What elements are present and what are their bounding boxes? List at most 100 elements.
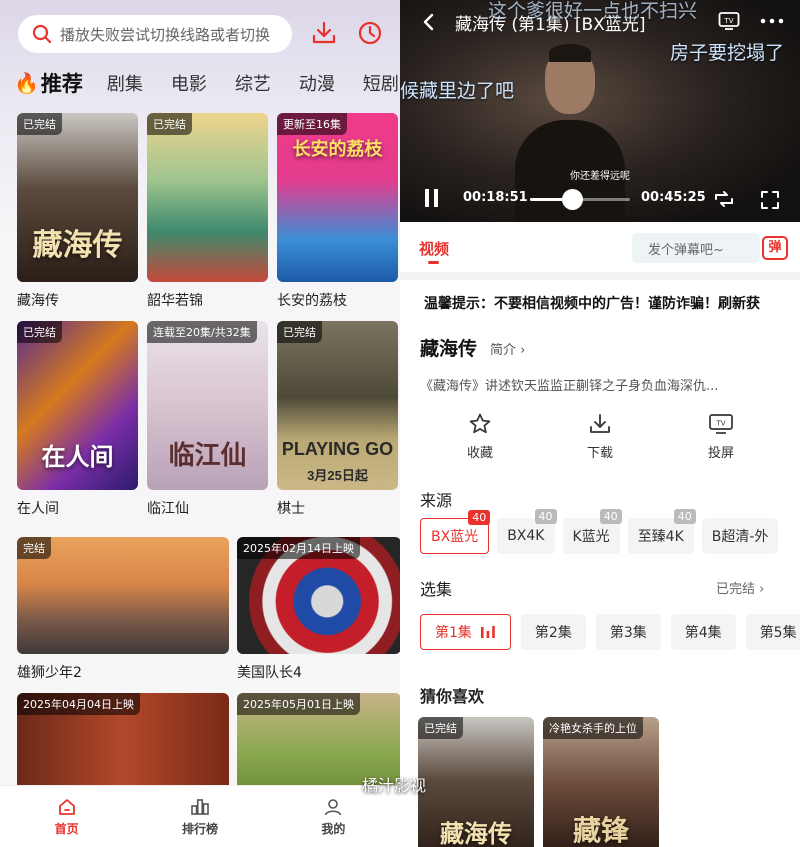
- history-icon[interactable]: [356, 19, 384, 47]
- synopsis: 《藏海传》讲述钦天监监正蒯铎之子身负血海深仇...: [420, 379, 719, 394]
- intro-label: 简介: [490, 343, 517, 358]
- episode-count-badge: 40: [673, 509, 696, 524]
- source-label: K蓝光: [572, 529, 610, 545]
- video-card[interactable]: 已完结 韶华若锦: [147, 113, 268, 310]
- poster-image: 2025年04月04日上映: [17, 693, 229, 793]
- video-card[interactable]: 已完结 PLAYING GO 3月25日起 棋士: [277, 321, 398, 518]
- tab-anime[interactable]: 动漫: [299, 70, 335, 96]
- download-icon: [590, 414, 610, 433]
- back-icon[interactable]: [420, 12, 438, 32]
- switch-source-icon[interactable]: [713, 189, 735, 209]
- nav-ranking[interactable]: 排行榜: [133, 786, 266, 847]
- episodes-status-link[interactable]: 已完结 ›: [716, 578, 764, 597]
- video-card[interactable]: 已完结 在人间 在人间: [17, 321, 138, 518]
- download-icon[interactable]: [310, 19, 338, 47]
- tab-video[interactable]: 视频: [419, 238, 449, 259]
- home-icon: [58, 798, 75, 815]
- episode-button[interactable]: 第5集: [745, 614, 800, 650]
- action-label: 投屏: [707, 446, 734, 461]
- nav-label: 我的: [321, 821, 346, 836]
- progress-slider[interactable]: [530, 189, 630, 210]
- episode-button[interactable]: 第2集: [520, 614, 586, 650]
- progress-knob[interactable]: [561, 189, 583, 210]
- status-badge: 2025年02月14日上映: [237, 537, 360, 559]
- nav-label: 排行榜: [181, 821, 218, 836]
- episode-button[interactable]: 第4集: [670, 614, 736, 650]
- svg-text:TV: TV: [715, 420, 725, 428]
- card-title: 长安的荔枝: [277, 293, 347, 309]
- video-card[interactable]: 已完结 藏海传 藏海传: [17, 113, 138, 310]
- poster-image: 已完结 PLAYING GO 3月25日起: [277, 321, 398, 490]
- danmu-comment: 这个爹很好一点也不扫兴: [488, 0, 698, 22]
- video-subtitle: 你还差得远呢: [570, 171, 630, 182]
- intro-link[interactable]: 简介 ›: [490, 339, 525, 358]
- source-label: BX4K: [507, 528, 545, 544]
- danmu-comment: 候藏里边了吧: [400, 80, 515, 102]
- danmu-comment: 房子要挖塌了: [670, 42, 785, 64]
- video-card[interactable]: 更新至16集 长安的荔枝 长安的荔枝: [277, 113, 398, 310]
- tab-movie[interactable]: 电影: [171, 70, 207, 96]
- notice-banner: 温馨提示：不要相信视频中的广告！谨防诈骗！刷新获: [424, 296, 760, 312]
- source-list: BX蓝光 40 BX4K 40 K蓝光 40 至臻4K 40 B超清-外: [420, 509, 779, 554]
- detail-screen: 藏海传 (第1集) [BX蓝光] TV 这个爹很好一点也不扫兴 房子要挖塌了 候…: [400, 0, 800, 847]
- video-tab-row: 视频 发个弹幕吧~ 弹: [400, 228, 800, 268]
- tab-variety[interactable]: 综艺: [235, 70, 271, 96]
- card-title: 雄狮少年2: [17, 665, 82, 681]
- recommend-card[interactable]: 冷艳女杀手的上位 藏锋: [543, 717, 659, 847]
- active-tab-indicator: [428, 261, 439, 264]
- status-badge: 已完结: [418, 717, 463, 739]
- poster-title: 藏海传: [440, 819, 512, 847]
- poster-title: 藏海传: [32, 228, 123, 263]
- chevron-right-icon: ›: [759, 582, 765, 597]
- video-card[interactable]: 2025年02月14日上映 美国队长4: [237, 537, 400, 682]
- fullscreen-icon[interactable]: [760, 190, 780, 210]
- card-title: 韶华若锦: [147, 293, 203, 309]
- tv-cast-icon[interactable]: TV: [718, 11, 740, 31]
- download-button[interactable]: 下载: [560, 412, 640, 461]
- poster-subtitle: 3月25日起: [307, 468, 368, 483]
- poster-image: 已完结: [147, 113, 268, 282]
- card-title: 临江仙: [147, 501, 189, 517]
- tab-recommend[interactable]: 🔥 推荐: [14, 68, 83, 98]
- pause-icon[interactable]: [424, 188, 440, 208]
- total-time: 00:45:25: [641, 190, 706, 205]
- more-icon[interactable]: [760, 18, 784, 24]
- source-option[interactable]: B超清-外: [701, 518, 779, 554]
- video-card[interactable]: 连载至20集/共32集 临江仙 临江仙: [147, 321, 268, 518]
- search-bar[interactable]: 播放失败尝试切换线路或者切换: [18, 15, 292, 53]
- tab-short-drama[interactable]: 短剧: [363, 70, 399, 96]
- status-badge: 已完结: [147, 113, 192, 135]
- tab-series[interactable]: 剧集: [107, 70, 143, 96]
- poster-image: 完结: [17, 537, 229, 654]
- source-option[interactable]: K蓝光 40: [562, 509, 622, 554]
- app-watermark: 橘汁影视: [362, 776, 427, 795]
- star-icon: [469, 413, 491, 434]
- episode-count-badge: 40: [468, 510, 491, 525]
- search-placeholder: 播放失败尝试切换线路或者切换: [60, 25, 271, 44]
- tab-label: 推荐: [40, 72, 83, 96]
- card-title: 棋士: [277, 501, 305, 517]
- video-card[interactable]: 2025年04月04日上映: [17, 693, 229, 793]
- danmu-toggle-button[interactable]: 弹: [762, 236, 788, 260]
- video-card[interactable]: 完结 雄狮少年2: [17, 537, 229, 682]
- source-option[interactable]: 至臻4K 40: [627, 509, 696, 554]
- card-title: 美国队长4: [237, 665, 302, 681]
- status-badge: 已完结: [277, 321, 322, 343]
- danmu-input[interactable]: 发个弹幕吧~: [632, 233, 760, 263]
- cast-button[interactable]: TV 投屏: [681, 412, 761, 461]
- episode-button[interactable]: 第1集: [420, 614, 511, 650]
- cast-tv-icon: TV: [709, 414, 733, 434]
- status-badge: 已完结: [17, 321, 62, 343]
- ranking-icon: [191, 798, 209, 815]
- action-label: 下载: [586, 446, 613, 461]
- video-player[interactable]: 藏海传 (第1集) [BX蓝光] TV 这个爹很好一点也不扫兴 房子要挖塌了 候…: [400, 0, 800, 222]
- episode-button[interactable]: 第3集: [595, 614, 661, 650]
- episode-count-badge: 40: [599, 509, 622, 524]
- recommend-card[interactable]: 已完结 藏海传: [418, 717, 534, 847]
- source-option[interactable]: BX4K 40: [497, 509, 557, 554]
- favorite-button[interactable]: 收藏: [440, 412, 520, 461]
- home-screen: 播放失败尝试切换线路或者切换 🔥 推荐 剧集 电影 综艺 动漫 短剧 已完结 藏…: [0, 0, 400, 847]
- source-option[interactable]: BX蓝光 40: [420, 510, 491, 554]
- episodes-status: 已完结: [716, 582, 756, 597]
- nav-home[interactable]: 首页: [0, 786, 133, 847]
